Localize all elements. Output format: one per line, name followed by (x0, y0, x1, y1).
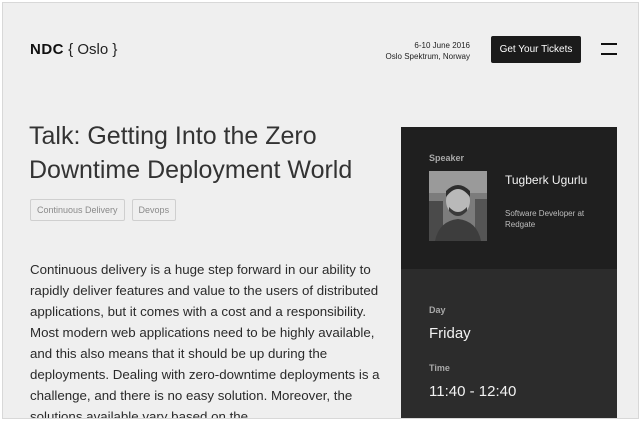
get-tickets-button[interactable]: Get Your Tickets (491, 36, 581, 63)
time-value: 11:40 - 12:40 (429, 383, 517, 400)
tag-devops[interactable]: Devops (131, 199, 177, 221)
schedule-section: Day Friday Time 11:40 - 12:40 (401, 269, 617, 418)
tag-continuous-delivery[interactable]: Continuous Delivery (30, 199, 125, 221)
logo-brand: NDC (30, 41, 64, 58)
speaker-portrait-image (429, 171, 487, 241)
menu-line (601, 53, 617, 55)
speaker-photo[interactable] (429, 171, 487, 241)
speaker-role: Software Developer at Redgate (505, 209, 585, 229)
menu-line (601, 43, 617, 45)
speaker-section-label: Speaker (429, 153, 465, 163)
day-value: Friday (429, 325, 471, 342)
talk-description: Continuous delivery is a huge step forwa… (30, 262, 380, 419)
page: NDC { Oslo } 6-10 June 2016 Oslo Spektru… (2, 2, 639, 419)
event-venue: Oslo Spektrum, Norway (385, 52, 470, 61)
tag-list: Continuous Delivery Devops (30, 199, 177, 221)
talk-title: Talk: Getting Into the Zero Downtime Dep… (29, 122, 353, 184)
event-dates: 6-10 June 2016 (414, 41, 470, 50)
logo-city: { Oslo } (68, 41, 118, 58)
time-label: Time (429, 363, 450, 373)
site-logo[interactable]: NDC { Oslo } (30, 41, 117, 58)
talk-info-panel: Speaker Tugberk Ugurlu Software Develope… (401, 127, 617, 418)
day-label: Day (429, 305, 446, 315)
speaker-name[interactable]: Tugberk Ugurlu (505, 173, 605, 188)
speaker-section: Speaker Tugberk Ugurlu Software Develope… (401, 127, 617, 269)
event-info: 6-10 June 2016 Oslo Spektrum, Norway (386, 40, 470, 62)
hamburger-menu-icon[interactable] (601, 43, 617, 55)
